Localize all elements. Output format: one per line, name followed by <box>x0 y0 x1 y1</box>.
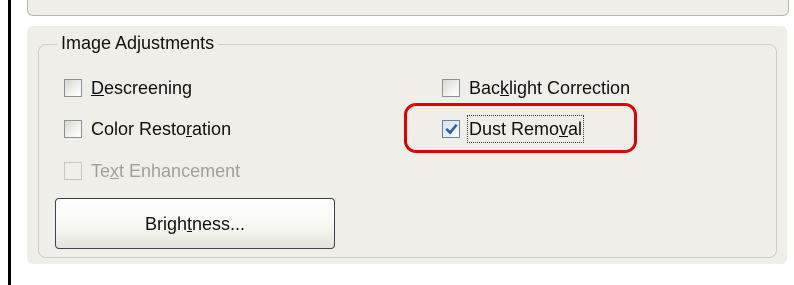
text-enhancement-option: Text Enhancement <box>64 157 240 185</box>
color-restoration-label: Color Restoration <box>91 119 232 139</box>
brightness-button[interactable]: Brightness... <box>55 198 335 249</box>
descreening-option[interactable]: Descreening <box>64 74 192 102</box>
text-enhancement-label: Text Enhancement <box>91 161 241 181</box>
backlight-correction-option[interactable]: Backlight Correction <box>442 74 630 102</box>
backlight-correction-checkbox-icon[interactable] <box>442 79 460 97</box>
dust-removal-label: Dust Removal <box>466 115 585 143</box>
color-restoration-checkbox-icon[interactable] <box>64 120 82 138</box>
brightness-button-label: Brightness... <box>144 213 246 234</box>
dust-removal-option[interactable]: Dust Removal <box>442 115 585 143</box>
descreening-label: Descreening <box>91 78 193 98</box>
top-panel <box>27 0 789 16</box>
checkmark-icon <box>444 123 458 135</box>
dust-removal-checkbox-icon[interactable] <box>442 120 460 138</box>
text-enhancement-checkbox-icon <box>64 162 82 180</box>
color-restoration-option[interactable]: Color Restoration <box>64 115 231 143</box>
image-adjustments-title: Image Adjustments <box>57 31 219 55</box>
descreening-checkbox-icon[interactable] <box>64 79 82 97</box>
backlight-correction-label: Backlight Correction <box>469 78 631 98</box>
